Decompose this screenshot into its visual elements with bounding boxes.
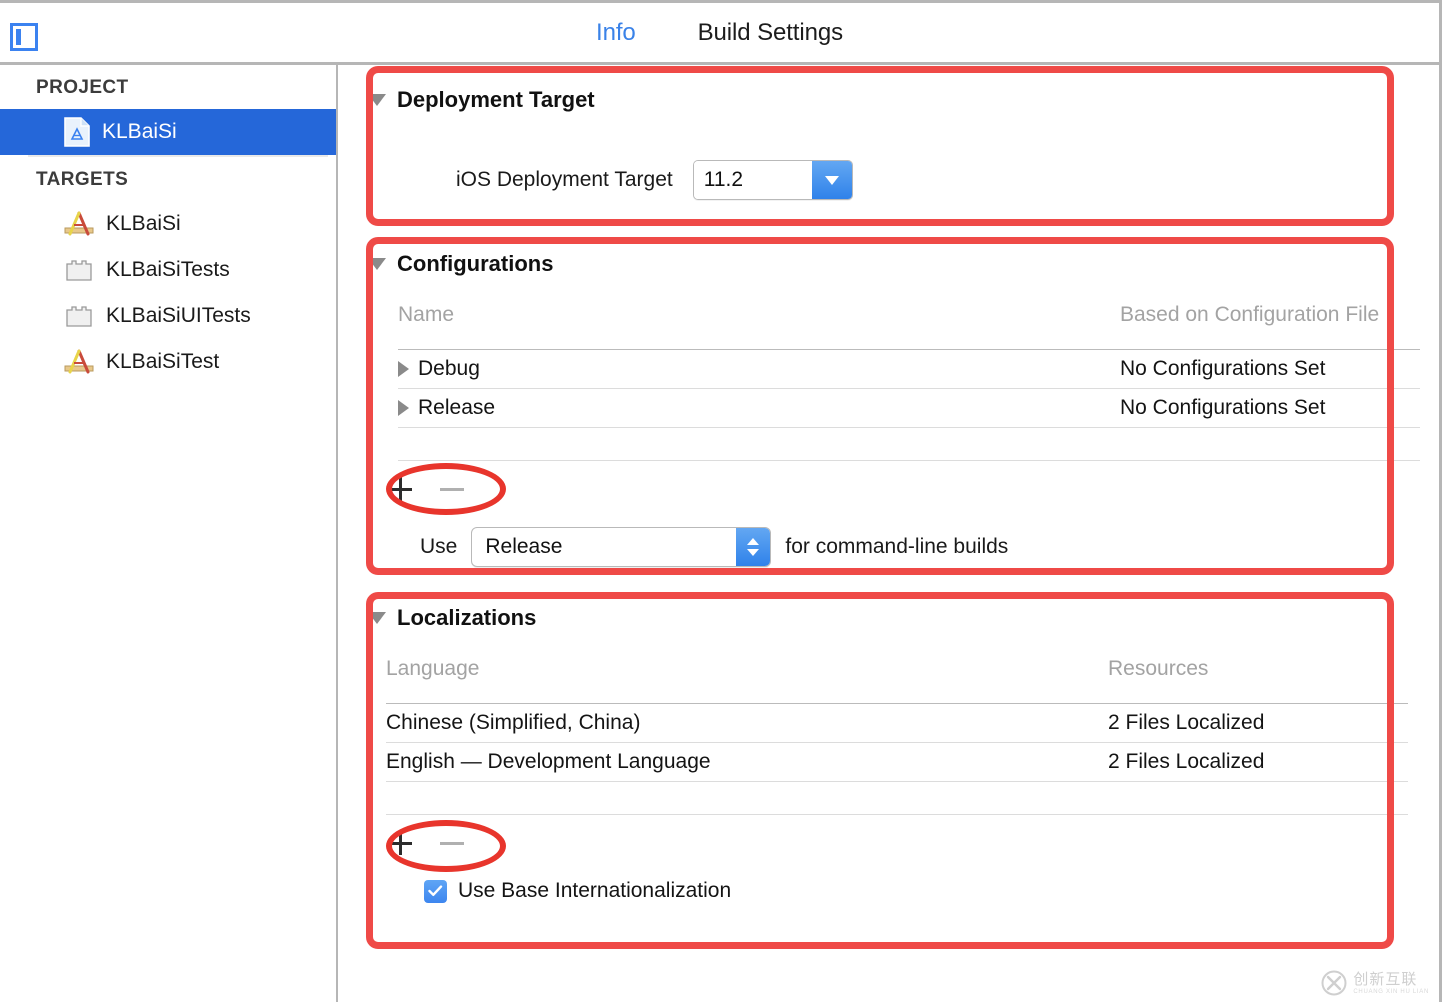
section-title-label: Deployment Target	[397, 87, 595, 113]
remove-localization-button[interactable]	[440, 831, 464, 855]
chevron-down-icon[interactable]	[368, 612, 386, 624]
config-name-cell: Release	[398, 396, 1120, 420]
watermark: 创新互联 CHUANG XIN HU LIAN	[1321, 970, 1429, 996]
sidebar-header-project: PROJECT	[0, 65, 336, 109]
command-line-build-row: Use Release for command-line builds	[368, 527, 1390, 567]
sidebar-item-label: KLBaiSiTest	[106, 350, 219, 374]
watermark-text-en: CHUANG XIN HU LIAN	[1353, 989, 1429, 995]
add-localization-button[interactable]	[388, 831, 412, 855]
column-header-resources: Resources	[1108, 657, 1408, 681]
chevron-down-icon[interactable]	[368, 94, 386, 106]
resources-cell: 2 Files Localized	[1108, 750, 1408, 774]
ios-deployment-target-value: 11.2	[694, 161, 812, 199]
language-cell: Chinese (Simplified, China)	[386, 711, 1108, 735]
table-row[interactable]: Debug No Configurations Set	[398, 349, 1420, 389]
use-prefix-label: Use	[420, 535, 457, 559]
table-row[interactable]: Release No Configurations Set	[398, 389, 1420, 428]
section-title-label: Localizations	[397, 605, 536, 631]
command-line-configuration-value: Release	[472, 528, 736, 566]
use-suffix-label: for command-line builds	[785, 535, 1008, 559]
table-row-empty	[398, 428, 1420, 461]
column-header-name: Name	[398, 303, 1120, 327]
config-based-on-cell: No Configurations Set	[1120, 396, 1420, 420]
chevron-down-icon[interactable]	[812, 161, 852, 199]
bundle-target-icon	[64, 256, 94, 284]
project-document-icon	[64, 117, 90, 147]
resources-cell: 2 Files Localized	[1108, 711, 1408, 735]
sidebar-item-label: KLBaiSi	[106, 212, 181, 236]
config-based-on-cell: No Configurations Set	[1120, 357, 1420, 381]
tab-build-settings[interactable]: Build Settings	[698, 19, 843, 47]
configurations-table: Name Based on Configuration File Debug N…	[368, 303, 1420, 461]
chevron-updown-icon[interactable]	[736, 528, 770, 566]
project-target-sidebar: PROJECT KLBaiSi TARGETS	[0, 65, 338, 1002]
section-title-label: Configurations	[397, 251, 553, 277]
column-header-language: Language	[386, 657, 1108, 681]
section-deployment-target: Deployment Target iOS Deployment Target …	[368, 87, 1390, 200]
use-base-internationalization-label: Use Base Internationalization	[458, 879, 731, 903]
config-name-cell: Debug	[398, 357, 1120, 381]
chevron-right-icon[interactable]	[398, 361, 409, 377]
sidebar-item-target-klbaisi[interactable]: KLBaiSi	[0, 201, 336, 247]
editor-tab-bar: Info Build Settings	[0, 3, 1439, 62]
table-row[interactable]: Chinese (Simplified, China) 2 Files Loca…	[386, 703, 1408, 743]
ios-deployment-target-combobox[interactable]: 11.2	[693, 160, 853, 200]
editor-content: Deployment Target iOS Deployment Target …	[340, 65, 1439, 1002]
table-row[interactable]: English — Development Language 2 Files L…	[386, 743, 1408, 782]
localizations-add-remove-toolbar	[368, 821, 1390, 865]
sidebar-item-label: KLBaiSiUITests	[106, 304, 251, 328]
sidebar-item-project-klbaisi[interactable]: KLBaiSi	[0, 109, 336, 155]
section-header-localizations: Localizations	[368, 605, 1390, 631]
sidebar-item-target-klbaisitests[interactable]: KLBaiSiTests	[0, 247, 336, 293]
app-target-icon	[64, 210, 94, 238]
sidebar-header-targets: TARGETS	[0, 157, 336, 201]
configurations-add-remove-toolbar	[368, 467, 1390, 511]
section-header-configurations: Configurations	[368, 251, 1390, 277]
chevron-right-icon[interactable]	[398, 400, 409, 416]
toolbar: Info Build Settings	[0, 3, 1439, 65]
watermark-text-cn: 创新互联	[1353, 972, 1429, 987]
ios-deployment-target-row: iOS Deployment Target 11.2	[368, 160, 1390, 200]
sidebar-item-label: KLBaiSi	[102, 120, 177, 144]
section-localizations: Localizations Language Resources Chinese…	[368, 605, 1390, 903]
sidebar-item-target-klbaisiuitests[interactable]: KLBaiSiUITests	[0, 293, 336, 339]
sidebar-item-label: KLBaiSiTests	[106, 258, 230, 282]
language-cell: English — Development Language	[386, 750, 1108, 774]
localizations-table: Language Resources Chinese (Simplified, …	[368, 657, 1408, 815]
use-base-internationalization-row[interactable]: Use Base Internationalization	[368, 879, 1390, 903]
remove-configuration-button[interactable]	[440, 477, 464, 501]
bundle-target-icon	[64, 302, 94, 330]
config-name-label: Debug	[418, 357, 480, 381]
app-target-icon	[64, 348, 94, 376]
table-header-row: Name Based on Configuration File	[398, 303, 1420, 327]
targets-list: KLBaiSi KLBaiSiTests KLBaiSiUITests	[0, 201, 336, 385]
use-base-internationalization-checkbox[interactable]	[424, 880, 447, 903]
watermark-logo-icon	[1321, 970, 1347, 996]
xcode-project-editor-window: Info Build Settings PROJECT KLBaiSi TARG…	[0, 0, 1442, 1002]
section-header-deployment-target: Deployment Target	[368, 87, 1390, 113]
sidebar-item-target-klbaisitest[interactable]: KLBaiSiTest	[0, 339, 336, 385]
chevron-down-icon[interactable]	[368, 258, 386, 270]
section-configurations: Configurations Name Based on Configurati…	[368, 251, 1390, 567]
ios-deployment-target-label: iOS Deployment Target	[456, 168, 673, 192]
config-name-label: Release	[418, 396, 495, 420]
column-header-based-on: Based on Configuration File	[1120, 303, 1420, 327]
add-configuration-button[interactable]	[388, 477, 412, 501]
command-line-configuration-popup[interactable]: Release	[471, 527, 771, 567]
table-row-empty	[386, 782, 1408, 815]
table-header-row: Language Resources	[386, 657, 1408, 681]
check-icon	[428, 885, 443, 897]
tab-info[interactable]: Info	[596, 19, 636, 47]
